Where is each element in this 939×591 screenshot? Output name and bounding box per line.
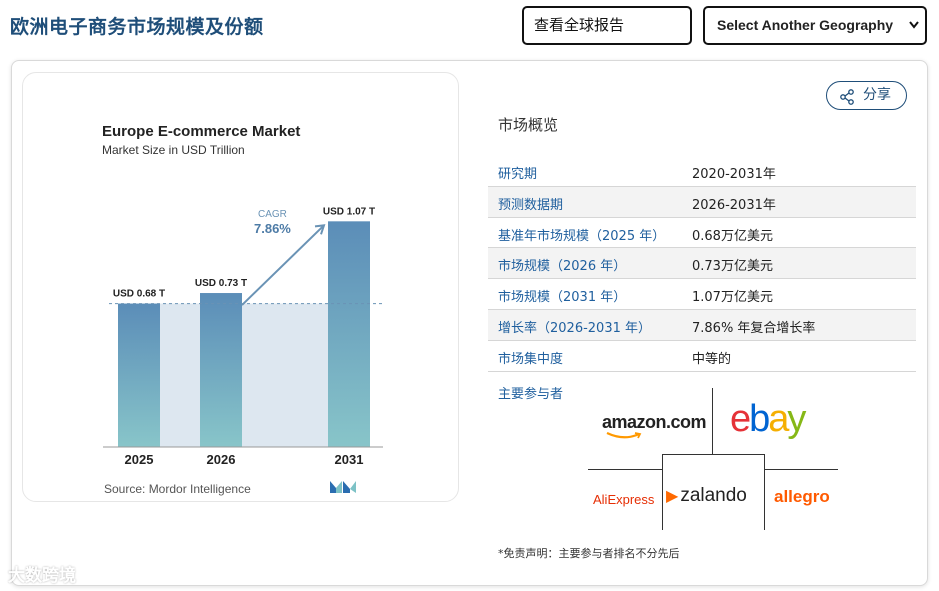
- amazon-logo: amazon.com: [602, 412, 707, 439]
- market-stats-table: 研究期 2020-2031年 预测数据期 2026-2031年 基准年市场规模（…: [488, 156, 916, 372]
- chart-source: Source: Mordor Intelligence: [104, 482, 251, 496]
- stat-row-study-period: 研究期 2020-2031年: [488, 156, 916, 187]
- stat-value: 中等的: [692, 351, 732, 367]
- key-players-title: 主要参与者: [498, 387, 564, 402]
- bar-data-label: USD 1.07 T: [323, 206, 375, 217]
- allegro-logo: allegro: [774, 487, 830, 506]
- x-tick-label: 2031: [335, 452, 364, 467]
- key-players-logos: amazon.com ebay AliExpress ▶ zalando alle…: [588, 388, 838, 530]
- watermark: 大数跨境: [8, 566, 76, 586]
- bar-2025: [118, 303, 160, 447]
- bar-data-label: USD 0.68 T: [113, 289, 165, 300]
- stat-row-size-2031: 市场规模（2031 年） 1.07万亿美元: [488, 279, 916, 310]
- geography-select[interactable]: Select Another Geography: [703, 6, 927, 45]
- geography-select-value: Select Another Geography: [717, 17, 894, 33]
- cagr-label: CAGR: [258, 209, 287, 220]
- stat-label: 研究期: [498, 167, 538, 182]
- stat-label: 增长率（2026-2031 年）: [498, 320, 651, 336]
- cagr-value: 7.86%: [254, 221, 291, 236]
- bar-2026: [200, 293, 242, 447]
- page-header: 欧洲电子商务市场规模及份额 查看全球报告 Select Another Geog…: [0, 0, 939, 58]
- stat-value: 0.73万亿美元: [692, 259, 773, 275]
- mordor-logo: [330, 481, 356, 493]
- divider: [588, 469, 662, 470]
- share-button[interactable]: 分享: [826, 81, 907, 110]
- cagr-arrow: [241, 224, 325, 306]
- zalando-logo: ▶ zalando: [666, 485, 747, 507]
- share-label: 分享: [863, 87, 891, 103]
- bar-data-label: USD 0.73 T: [195, 278, 247, 289]
- page-title: 欧洲电子商务市场规模及份额: [10, 16, 264, 38]
- ebay-logo: ebay: [730, 398, 806, 440]
- stat-row-size-2026: 市场规模（2026 年） 0.73万亿美元: [488, 248, 916, 280]
- divider: [764, 469, 838, 470]
- zalando-logo-text: zalando: [680, 485, 747, 506]
- stat-value: 0.68万亿美元: [692, 228, 773, 244]
- disclaimer-text: *免责声明：主要参与者排名不分先后: [498, 547, 680, 560]
- stat-label: 市场集中度: [498, 351, 564, 367]
- divider: [712, 388, 713, 454]
- stat-row-growth-rate: 增长率（2026-2031 年） 7.86% 年复合增长率: [488, 309, 916, 341]
- bar-2031: [328, 221, 370, 447]
- stat-value: 7.86% 年复合增长率: [692, 320, 816, 336]
- zalando-icon: ▶: [666, 488, 679, 505]
- overview-title: 市场概览: [498, 116, 559, 134]
- chart-title: Europe E-commerce Market: [102, 123, 300, 140]
- stat-label: 基准年市场规模（2025 年）: [498, 228, 666, 244]
- aliexpress-logo: AliExpress: [593, 492, 655, 507]
- stat-label: 预测数据期: [498, 197, 564, 213]
- divider: [662, 454, 663, 530]
- amazon-logo-text: amazon.com: [602, 412, 707, 432]
- stat-value: 1.07万亿美元: [692, 290, 773, 306]
- stat-row-concentration: 市场集中度 中等的: [488, 341, 916, 372]
- stat-label: 市场规模（2031 年）: [498, 290, 627, 306]
- chart-svg: Europe E-commerce Market Market Size in …: [102, 123, 385, 496]
- stat-value: 2020-2031年: [692, 167, 776, 182]
- x-tick-label: 2025: [125, 452, 154, 467]
- chart-subtitle: Market Size in USD Trillion: [102, 143, 245, 157]
- stat-label: 市场规模（2026 年）: [498, 259, 627, 275]
- divider: [764, 454, 765, 530]
- stat-row-forecast-period: 预测数据期 2026-2031年: [488, 186, 916, 218]
- chevron-down-icon: [909, 8, 919, 58]
- share-icon: [840, 88, 854, 115]
- stat-value: 2026-2031年: [692, 197, 776, 213]
- stat-row-base-year-size: 基准年市场规模（2025 年） 0.68万亿美元: [488, 218, 916, 249]
- market-size-chart: Europe E-commerce Market Market Size in …: [22, 72, 459, 502]
- view-global-report-button[interactable]: 查看全球报告: [522, 6, 692, 45]
- x-tick-label: 2026: [207, 452, 236, 467]
- divider: [662, 454, 764, 455]
